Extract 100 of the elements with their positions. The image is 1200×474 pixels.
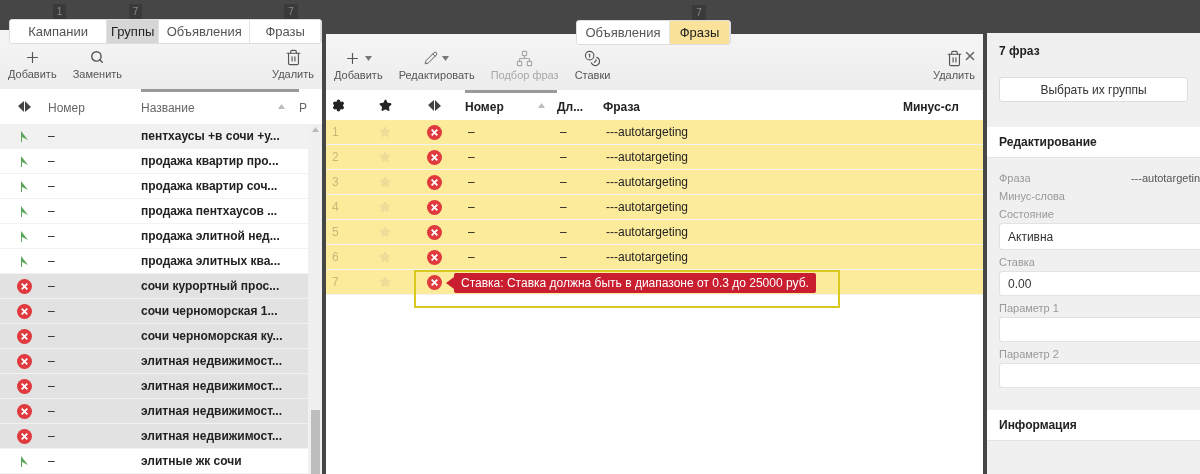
column-header[interactable]: Номер [48,89,141,124]
sort-icon [278,104,285,109]
stopped-icon [16,378,32,394]
flag-icon [20,155,28,167]
flag-icon [20,130,28,142]
field-label: Ставка [999,256,1036,268]
table-cell-text: – [468,225,476,239]
table-cell-text: ---autotargeting [606,175,690,189]
scroll-up-icon [311,127,319,132]
field-label: Минус-слова [999,190,1065,202]
table-row[interactable]: – элитная недвижимост... [0,399,308,424]
table-cell-text: ---autotargeting [606,150,690,164]
nodes-icon [516,49,534,67]
input-field[interactable] [999,317,1200,342]
caret-icon [365,55,373,61]
add-button[interactable]: Добавить [326,49,391,81]
table-row[interactable]: – пентхаусы +в сочи +у... [0,124,308,149]
column-header[interactable]: Фраза [603,90,903,120]
trash-icon [284,48,302,66]
table-cell-text: – [48,154,56,168]
settings-icon[interactable] [331,98,345,112]
table-row[interactable]: – элитная недвижимост... [0,349,308,374]
stopped-icon [426,224,442,240]
flag-icon [20,255,28,267]
table-cell-text: элитная недвижимост... [141,404,284,418]
tab[interactable]: Кампании [10,20,108,43]
table-row[interactable]: – сочи черноморская ку... [0,324,308,349]
delete-button[interactable]: Удалить [264,48,322,80]
table-cell-text: сочи курортный прос... [141,279,281,293]
table-cell-text: ---autotargeting [606,125,690,139]
table-row[interactable]: – сочи черноморская 1... [0,299,308,324]
table-cell-text: – [48,454,56,468]
table-cell-text: – [560,225,568,239]
table-cell-text: – [48,254,56,268]
count-badge: 7 [692,5,706,20]
tab[interactable]: Фразы [670,21,730,44]
scrollbar[interactable] [308,124,322,474]
table-cell-text: сочи черноморская 1... [141,304,279,318]
column-header[interactable]: Р [299,89,322,124]
table-cell-text: продажа элитной нед... [141,229,281,243]
input-field[interactable]: 0.00 [999,271,1200,296]
stopped-icon [426,124,442,140]
replace-button[interactable]: Заменить [64,48,131,80]
status-column-icon [17,101,31,112]
section-heading: Информация [987,410,1200,441]
table-cell-text: продажа пентхаусов ... [141,204,279,218]
status-column-icon [427,99,441,111]
table-cell-text: ---autotargeting [606,200,690,214]
count-badge: 7 [284,4,298,19]
field-value: ---autotargetin [1130,172,1200,184]
table-cell-text: ---autotargeting [606,250,690,264]
tab[interactable]: Объявления [577,21,670,44]
table-cell-text: – [48,379,56,393]
table-cell-text: ---autotargeting [606,225,690,239]
field-label: Параметр 1 [999,302,1060,314]
table-cell-text: – [48,279,56,293]
stopped-icon [426,249,442,265]
coins-icon [584,49,601,67]
column-header[interactable]: Дл... [557,90,603,120]
table-cell-text: – [48,229,56,243]
field-label: Фраза [999,172,1031,184]
table-cell-text: сочи черноморская ку... [141,329,284,343]
table-row[interactable]: – элитная недвижимост... [0,374,308,399]
bids-button[interactable]: Ставки [566,49,619,81]
star-icon [378,98,392,112]
stopped-icon [16,353,32,369]
table-cell-text: элитная недвижимост... [141,379,284,393]
stopped-icon [426,149,442,165]
table-cell-text: – [560,175,568,189]
trash-icon [945,49,963,67]
stopped-icon [426,274,442,290]
table-cell-text: – [48,129,56,143]
table-row[interactable]: – сочи курортный прос... [0,274,308,299]
caret-icon [442,55,450,61]
table-cell-text: – [468,150,476,164]
table-row[interactable]: – элитная недвижимост... [0,424,308,449]
stopped-icon [16,428,32,444]
table-cell-text: – [48,429,56,443]
scrollbar-thumb[interactable] [310,410,320,474]
add-button[interactable]: Добавить [0,48,65,80]
column-header[interactable]: Минус-сл [903,90,983,120]
table-cell-text: – [48,329,56,343]
tab[interactable]: Группы [107,20,160,43]
flag-icon [20,455,28,467]
table-cell-text: пентхаусы +в сочи +у... [141,129,281,143]
pencil-icon [424,51,439,65]
field-label: Состояние [999,208,1055,220]
table-cell-text: – [468,175,476,189]
select-groups-button[interactable]: Выбрать их группы [999,77,1188,102]
table-cell-text: – [560,150,568,164]
state-select[interactable]: Активна [999,223,1200,250]
count-badge: 1 [52,4,67,19]
delete-button[interactable]: Удалить [925,49,983,81]
count-badge: 7 [128,4,143,19]
close-button[interactable] [963,49,977,63]
edit-button[interactable]: Редактировать [390,49,483,81]
flag-icon [20,180,28,192]
stopped-icon [426,174,442,190]
table-cell-text: – [468,250,476,264]
input-field[interactable] [999,363,1200,388]
